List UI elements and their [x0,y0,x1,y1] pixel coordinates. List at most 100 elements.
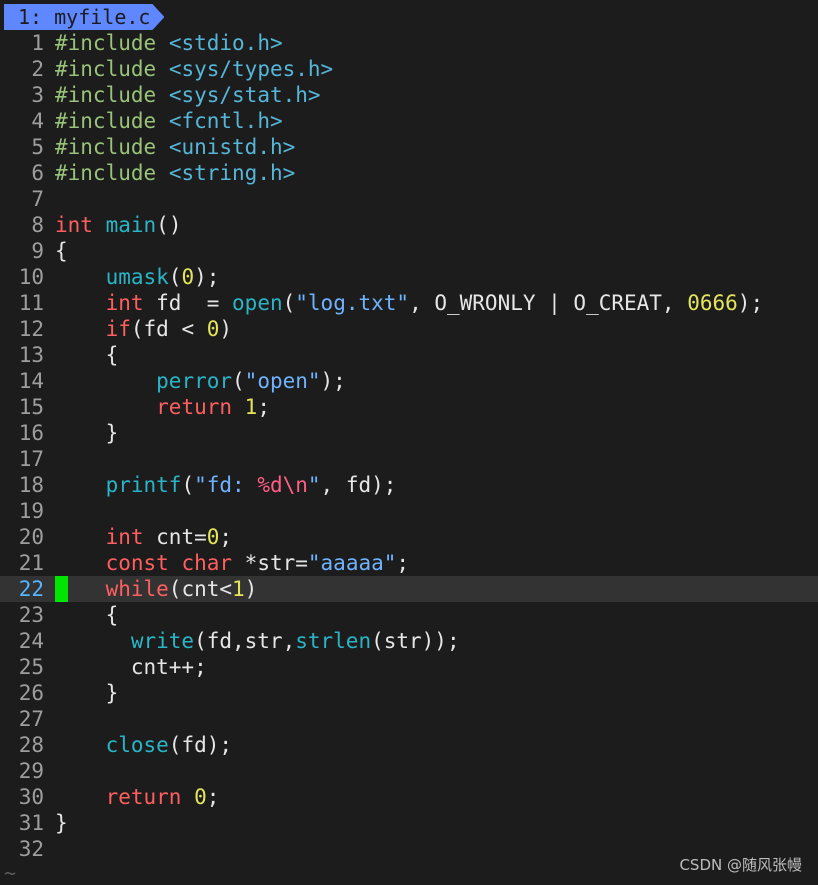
code-line[interactable]: 13 { [0,342,818,368]
code-line[interactable]: 8 int main() [0,212,818,238]
line-code: perror("open"); [55,368,346,394]
line-number: 30 [18,785,44,809]
line-code: { [55,342,119,368]
code-line[interactable]: 1 #include <stdio.h> [0,30,818,56]
code-token: } [55,421,119,445]
code-line[interactable]: 31 } [0,810,818,836]
line-number: 14 [18,369,44,393]
code-line[interactable]: 20 int cnt=0; [0,524,818,550]
code-line[interactable]: 23 { [0,602,818,628]
code-token: umask [105,265,169,289]
line-number: 19 [18,499,44,523]
code-line[interactable]: 28 close(fd); [0,732,818,758]
line-number: 28 [18,733,44,757]
code-token: #include [55,109,157,133]
code-line[interactable]: 4 #include <fcntl.h> [0,108,818,134]
code-token: char [181,551,233,575]
line-code: { [55,238,68,264]
code-line[interactable]: 14 perror("open"); [0,368,818,394]
code-line[interactable]: 11 int fd = open("log.txt", O_WRONLY | O… [0,290,818,316]
code-token: "log.txt" [295,291,410,315]
watermark: CSDN @随风张幔 [679,856,802,874]
line-code: #include <string.h> [55,160,295,186]
line-number: 17 [18,447,44,471]
line-number: 4 [31,109,44,133]
code-line[interactable]: 2 #include <sys/types.h> [0,56,818,82]
code-token: ); [737,291,764,315]
line-number: 21 [18,551,44,575]
code-token: open [232,291,283,315]
code-token: <string.h> [168,161,296,185]
line-number: 1 [31,31,44,55]
line-number: 12 [18,317,44,341]
sign-column [44,680,55,706]
tab-myfile[interactable]: 1: myfile.c [4,4,164,30]
code-line[interactable]: 22 while(cnt<1) [0,576,818,602]
code-token: <sys/stat.h> [168,83,321,107]
code-token: { [55,343,119,367]
line-code: return 1; [55,394,270,420]
code-line[interactable]: 30 return 0; [0,784,818,810]
sign-column [44,238,55,264]
code-token: , fd); [320,473,397,497]
sign-column [44,498,55,524]
code-token: ( [282,291,296,315]
code-token: "fd: [194,473,258,497]
code-line[interactable]: 9 { [0,238,818,264]
line-code: int fd = open("log.txt", O_WRONLY | O_CR… [55,290,764,316]
code-token: fd = [143,291,233,315]
code-token: printf [105,473,182,497]
code-line[interactable]: 26 } [0,680,818,706]
code-token: strlen [295,629,372,653]
code-line[interactable]: 29 [0,758,818,784]
code-line[interactable]: 27 [0,706,818,732]
empty-line-marker: ~ [4,861,17,885]
code-token: int [55,213,93,237]
code-line[interactable]: 21 const char *str="aaaaa"; [0,550,818,576]
code-token: , O_WRONLY | O_CREAT, [409,291,688,315]
line-number: 8 [31,213,44,237]
code-line[interactable]: 19 [0,498,818,524]
code-token: ) [244,577,258,601]
line-number: 11 [18,291,44,315]
line-code: printf("fd: %d\n", fd); [55,472,397,498]
line-number: 3 [31,83,44,107]
code-editor[interactable]: 1 #include <stdio.h> 2 #include <sys/type… [0,30,818,862]
line-number: 9 [31,239,44,263]
sign-column [44,30,55,56]
code-line[interactable]: 25 cnt++; [0,654,818,680]
code-line[interactable]: 10 umask(0); [0,264,818,290]
line-code: } [55,680,119,706]
code-line[interactable]: 3 #include <sys/stat.h> [0,82,818,108]
code-line[interactable]: 12 if(fd < 0) [0,316,818,342]
code-token: (fd); [168,733,233,757]
line-number: 6 [31,161,44,185]
code-token: main [105,213,157,237]
code-line[interactable]: 17 [0,446,818,472]
code-token: <stdio.h> [168,31,283,55]
line-code: #include <sys/types.h> [55,56,333,82]
code-token: while [105,577,169,601]
code-line[interactable]: 6 #include <string.h> [0,160,818,186]
code-line[interactable]: 18 printf("fd: %d\n", fd); [0,472,818,498]
code-token: (fd < [130,317,207,341]
code-token: #include [55,83,157,107]
sign-column [44,420,55,446]
line-code: cnt++; [55,654,207,680]
code-line[interactable]: 24 write(fd,str,strlen(str)); [0,628,818,654]
line-number: 25 [18,655,44,679]
code-line[interactable]: 5 #include <unistd.h> [0,134,818,160]
line-number: 7 [31,187,44,211]
code-line[interactable]: 15 return 1; [0,394,818,420]
code-line[interactable]: 16 } [0,420,818,446]
code-line[interactable]: 7 [0,186,818,212]
sign-column [44,160,55,186]
